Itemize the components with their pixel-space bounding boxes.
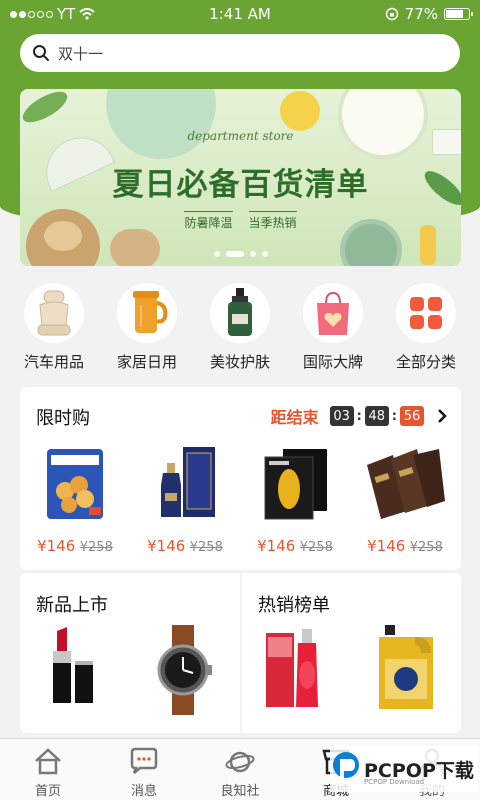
category-car-supplies[interactable]: 汽车用品 xyxy=(12,283,96,373)
status-bar: YT 1:41 AM 77% xyxy=(0,0,480,28)
product-card[interactable]: ¥146 ¥258 xyxy=(130,445,240,555)
leaf-illustration xyxy=(20,89,72,129)
banner-subtitle: department store xyxy=(187,129,294,143)
promo-banner[interactable]: department store 夏日必备百货清单 防暑降温 当季热销 xyxy=(20,89,461,266)
plate-illustration xyxy=(106,89,216,159)
battery-icon xyxy=(444,8,473,20)
status-time: 1:41 AM xyxy=(209,5,271,23)
red-serum-box-image xyxy=(265,629,318,707)
original-price: ¥258 xyxy=(79,540,113,555)
product-card[interactable]: ¥146 ¥258 xyxy=(20,445,130,555)
new-arrivals-section[interactable]: 新品上市 xyxy=(20,573,240,733)
countdown-label: 距结束 xyxy=(270,408,319,427)
rotation-lock-icon xyxy=(385,7,398,21)
best-sellers-title: 热销榜单 xyxy=(258,595,330,616)
car-seat-icon xyxy=(24,283,84,343)
carousel-dot[interactable] xyxy=(213,251,220,257)
category-label: 汽车用品 xyxy=(23,353,84,371)
best-sellers-items xyxy=(242,625,461,715)
all-categories-icon xyxy=(396,283,456,343)
flash-sale-products: ¥146 ¥258 ¥146 ¥258 ¥146 ¥258 ¥146 ¥258 xyxy=(20,445,461,555)
product-price: ¥146 ¥258 xyxy=(147,537,223,555)
category-label: 全部分类 xyxy=(395,353,456,371)
watermark-logo-icon xyxy=(333,752,359,781)
message-icon xyxy=(130,747,158,774)
countdown-minutes: 48 xyxy=(364,406,389,426)
chocolate-bars-image xyxy=(367,449,445,519)
home-icon xyxy=(35,748,61,775)
product-price: ¥146 ¥258 xyxy=(257,537,333,555)
countdown-separator: : xyxy=(356,408,362,424)
original-price: ¥258 xyxy=(409,540,443,555)
carousel-indicator[interactable] xyxy=(20,251,461,257)
face-mask-box-image xyxy=(264,449,327,520)
search-icon xyxy=(33,45,49,61)
new-arrivals-items xyxy=(20,625,240,715)
product-price: ¥146 ¥258 xyxy=(37,537,113,555)
tab-label: 首页 xyxy=(34,784,61,799)
jug-icon xyxy=(117,283,177,343)
watermark: PCPOP下载 PCPOP Download xyxy=(330,746,478,792)
countdown-separator: : xyxy=(391,408,397,424)
category-row: 汽车用品 家居日用 美妆护肤 国际大牌 全部分类 xyxy=(0,283,480,373)
banner-tag: 防暑降温 xyxy=(184,211,233,231)
countdown-seconds: 56 xyxy=(400,406,424,426)
new-arrivals-title: 新品上市 xyxy=(36,595,108,616)
carousel-dot[interactable] xyxy=(249,251,256,257)
product-price: ¥146 ¥258 xyxy=(367,537,443,555)
lemon-illustration xyxy=(280,91,320,131)
bowl-illustration xyxy=(338,89,428,159)
original-price: ¥258 xyxy=(299,540,333,555)
category-label: 家居日用 xyxy=(116,353,177,371)
water-bottle-illustration xyxy=(420,225,436,265)
search-bar[interactable]: 双十一 xyxy=(20,34,460,72)
gift-bag-icon xyxy=(303,283,363,343)
category-label: 国际大牌 xyxy=(302,353,363,371)
engine-oil-bottle-image xyxy=(379,625,434,709)
sale-price: ¥146 xyxy=(147,537,186,555)
carousel-dot[interactable] xyxy=(261,251,268,257)
category-label: 美妆护肤 xyxy=(209,353,270,371)
tab-label: 消息 xyxy=(130,784,157,799)
category-beauty-skincare[interactable]: 美妆护肤 xyxy=(198,283,282,373)
sale-price: ¥146 xyxy=(257,537,296,555)
category-international-brands[interactable]: 国际大牌 xyxy=(291,283,375,373)
original-price: ¥258 xyxy=(189,540,223,555)
sale-price: ¥146 xyxy=(37,537,76,555)
snack-bag-image xyxy=(47,449,103,519)
liquor-box-image xyxy=(161,447,215,517)
product-card[interactable]: ¥146 ¥258 xyxy=(240,445,350,555)
countdown-hours: 03 xyxy=(329,406,354,426)
banner-tags: 防暑降温 当季热销 xyxy=(20,211,461,231)
sandals-illustration xyxy=(110,229,160,266)
carrier-name: YT xyxy=(57,5,76,23)
tab-home[interactable]: 首页 xyxy=(0,739,96,800)
search-input[interactable]: 双十一 xyxy=(58,43,103,64)
tab-label: 良知社 xyxy=(220,784,260,799)
chevron-right-icon[interactable] xyxy=(437,408,447,424)
banner-tag: 当季热销 xyxy=(248,211,297,231)
category-all[interactable]: 全部分类 xyxy=(384,283,468,373)
tab-community[interactable]: 良知社 xyxy=(192,739,288,800)
carousel-dot-active[interactable] xyxy=(225,251,244,257)
signal-icon xyxy=(10,10,53,18)
lipstick-image xyxy=(52,627,93,703)
watermark-subtext: PCPOP Download xyxy=(364,778,425,786)
banner-title: 夏日必备百货清单 xyxy=(112,167,369,203)
planet-icon xyxy=(225,751,255,773)
flash-sale-title: 限时购 xyxy=(36,408,90,429)
wristwatch-image xyxy=(157,625,212,715)
battery-percent: 77% xyxy=(404,5,438,23)
skincare-bottle-icon xyxy=(210,283,270,343)
sale-price: ¥146 xyxy=(367,537,406,555)
tab-messages[interactable]: 消息 xyxy=(96,739,192,800)
category-home-goods[interactable]: 家居日用 xyxy=(105,283,189,373)
wifi-icon xyxy=(79,8,95,20)
product-card[interactable]: ¥146 ¥258 xyxy=(350,445,460,555)
best-sellers-section[interactable]: 热销榜单 xyxy=(242,573,461,733)
flash-sale-section: 限时购 距结束 03 : 48 : 56 ¥146 ¥258 ¥146 ¥258… xyxy=(20,387,461,570)
flash-sale-countdown[interactable]: 距结束 03 : 48 : 56 xyxy=(271,404,447,428)
